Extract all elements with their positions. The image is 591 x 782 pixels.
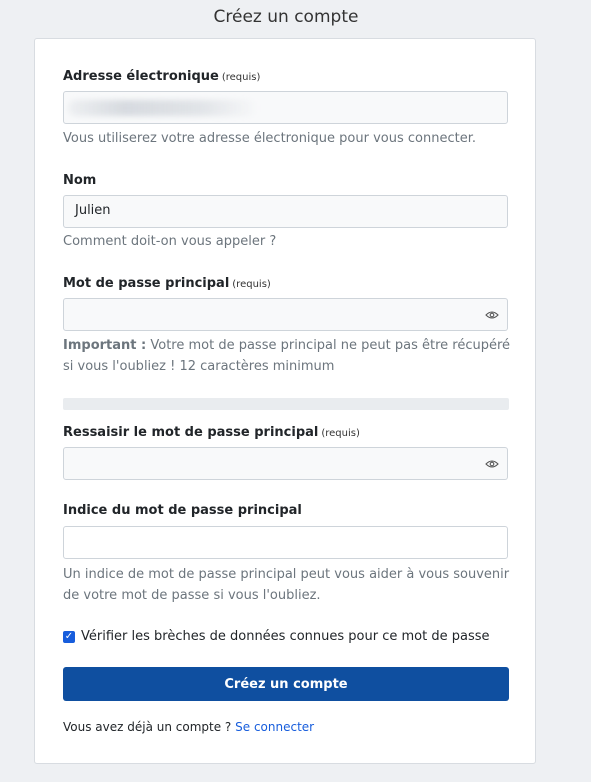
page-title: Créez un compte bbox=[213, 7, 359, 27]
eye-icon bbox=[484, 459, 499, 468]
breach-check-checkbox[interactable]: ✓ bbox=[63, 630, 75, 643]
master-password-label: Mot de passe principal (requis) bbox=[63, 276, 271, 291]
toggle-password-visibility-button[interactable] bbox=[476, 298, 508, 331]
name-field[interactable]: Julien bbox=[63, 195, 508, 228]
register-form-card: Adresse électronique (requis) Vous utilis… bbox=[34, 38, 536, 764]
name-help-text: Comment doit-on vous appeler ? bbox=[63, 234, 277, 249]
redacted-email-blur bbox=[68, 100, 258, 116]
hint-help-text: Un indice de mot de passe principal peut… bbox=[63, 567, 510, 603]
email-field[interactable] bbox=[63, 91, 508, 124]
login-link[interactable]: Se connecter bbox=[235, 720, 314, 734]
breach-check-label[interactable]: Vérifier les brèches de données connues … bbox=[81, 629, 490, 644]
toggle-retype-visibility-button[interactable] bbox=[476, 447, 508, 480]
retype-password-field[interactable] bbox=[63, 447, 477, 480]
retype-password-label: Ressaisir le mot de passe principal (requ… bbox=[63, 425, 360, 440]
master-password-field[interactable] bbox=[63, 298, 477, 331]
important-label: Important : bbox=[63, 338, 147, 353]
login-prompt-text: Vous avez déjà un compte ? bbox=[63, 720, 232, 734]
master-password-help-text: Important : Votre mot de passe principal… bbox=[63, 338, 511, 374]
login-prompt: Vous avez déjà un compte ? Se connecter bbox=[63, 720, 314, 734]
email-label: Adresse électronique (requis) bbox=[63, 69, 261, 84]
name-field-value: Julien bbox=[75, 203, 111, 218]
email-help-text: Vous utiliserez votre adresse électroniq… bbox=[63, 131, 476, 146]
retype-password-required-tag: (requis) bbox=[321, 428, 360, 439]
breach-check-row: ✓ Vérifier les brèches de données connue… bbox=[63, 629, 490, 644]
create-account-button[interactable]: Créez un compte bbox=[63, 667, 509, 701]
email-required-tag: (requis) bbox=[221, 72, 261, 83]
password-strength-meter bbox=[63, 398, 509, 410]
eye-icon bbox=[484, 310, 499, 319]
name-label: Nom bbox=[63, 173, 97, 188]
hint-label: Indice du mot de passe principal bbox=[63, 503, 302, 518]
master-password-required-tag: (requis) bbox=[232, 279, 271, 290]
hint-field[interactable] bbox=[63, 526, 508, 559]
